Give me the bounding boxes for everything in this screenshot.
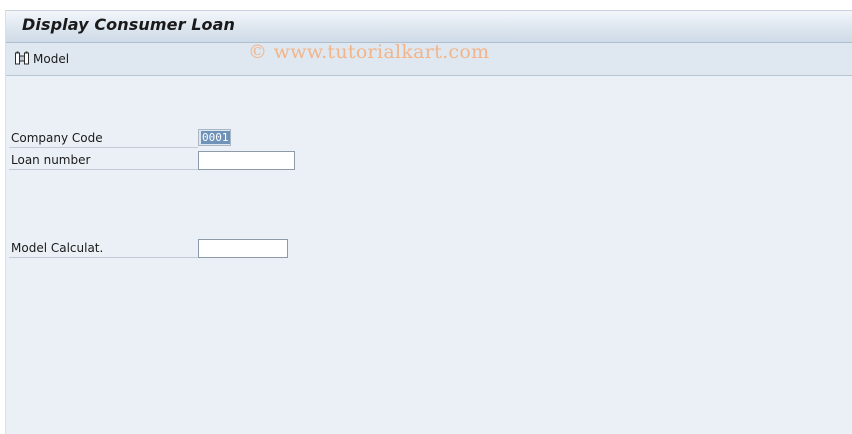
model-calculator-icon <box>14 50 30 69</box>
row-underline <box>9 169 198 170</box>
loan-number-label: Loan number <box>11 153 91 167</box>
model-calc-row: Model Calculat. <box>9 238 199 258</box>
model-button[interactable]: Model <box>14 50 69 68</box>
company-code-label: Company Code <box>11 131 103 145</box>
title-bar: Display Consumer Loan <box>6 11 852 43</box>
row-underline <box>9 257 198 258</box>
loan-number-input[interactable] <box>198 151 295 170</box>
watermark: © www.tutorialkart.com <box>248 41 490 63</box>
loan-number-row: Loan number <box>9 150 199 170</box>
page-title: Display Consumer Loan <box>22 15 236 34</box>
company-code-value: 0001 <box>201 131 230 144</box>
model-calc-label: Model Calculat. <box>11 241 104 255</box>
model-button-label: Model <box>33 52 70 66</box>
company-code-field[interactable]: 0001 <box>198 129 231 146</box>
company-code-row: Company Code <box>9 128 199 148</box>
model-calc-input[interactable] <box>198 239 288 258</box>
row-underline <box>9 147 198 148</box>
app-window: Display Consumer Loan Model © www.tutori… <box>5 10 852 434</box>
